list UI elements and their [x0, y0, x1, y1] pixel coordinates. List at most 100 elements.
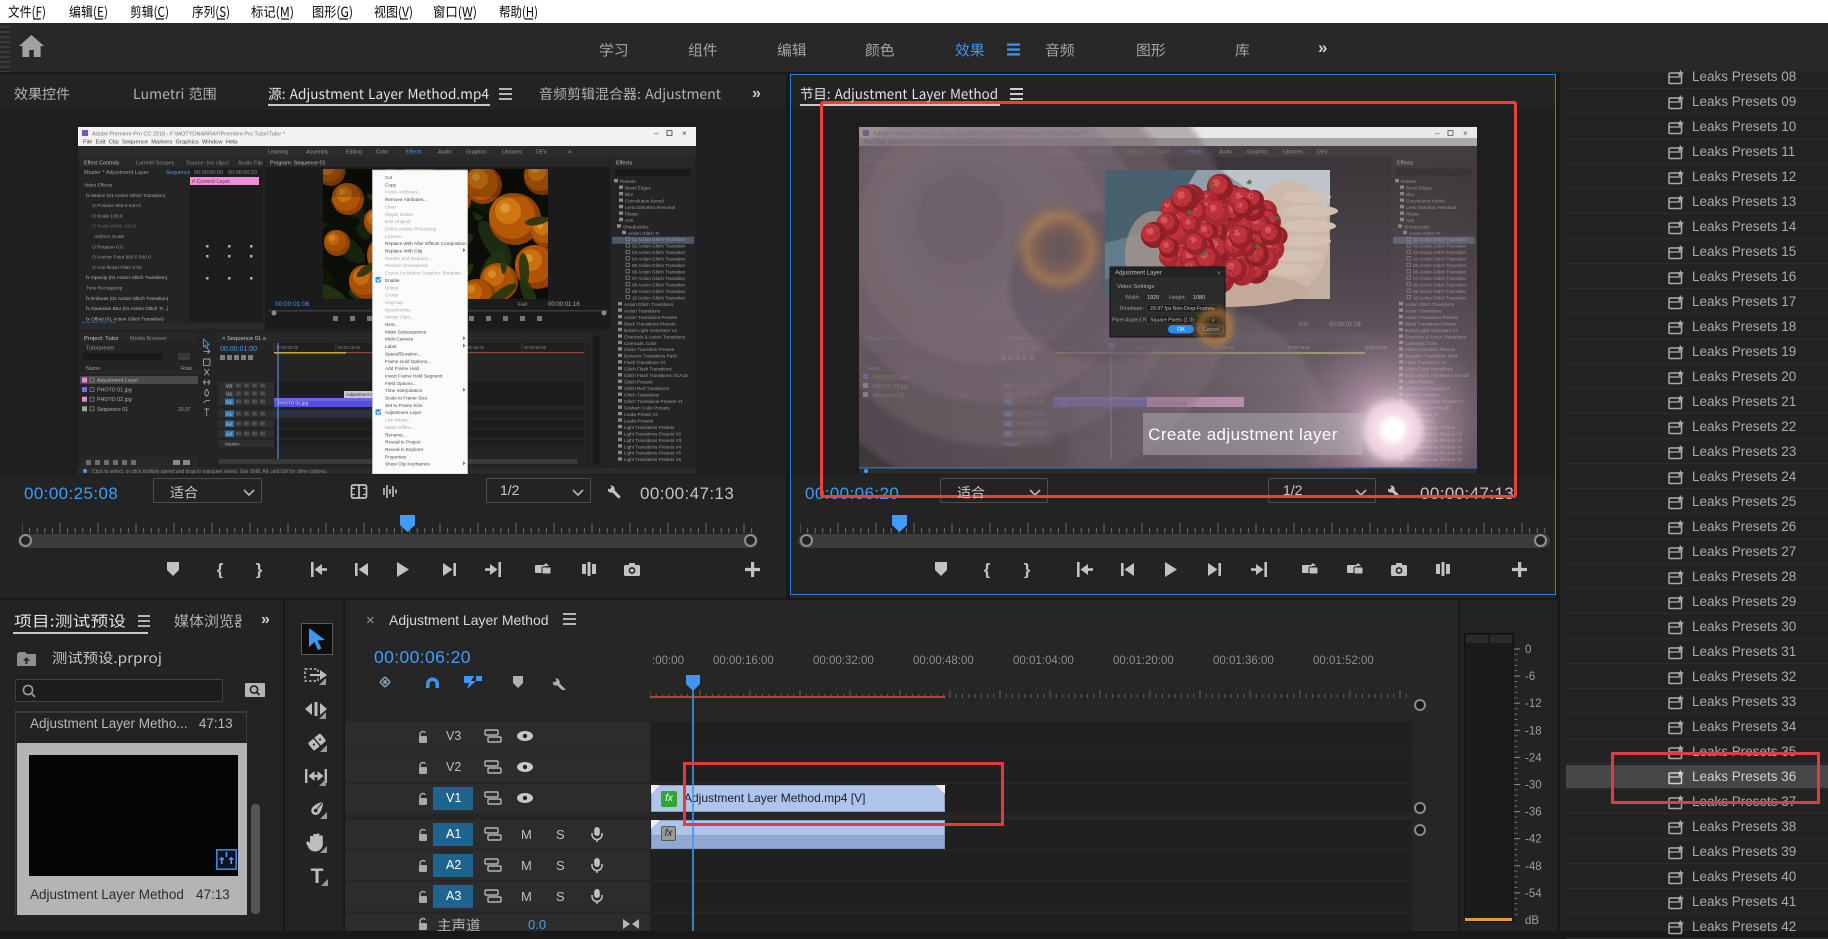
svg-text:-6: -6	[1525, 671, 1535, 683]
svg-text:Effect Controls: Effect Controls	[84, 161, 120, 167]
svg-text:Make Subsequence: Make Subsequence	[385, 329, 427, 334]
svg-text:Presets: Presets	[620, 179, 636, 184]
svg-text:Sequence 01: Sequence 01	[97, 407, 128, 413]
svg-text:Full: Full	[518, 302, 527, 308]
svg-text:Leaks Presets: Leaks Presets	[624, 418, 654, 423]
svg-text:× Sequence 01 ≡: × Sequence 01 ≡	[222, 336, 267, 342]
svg-text:O Anchor Point 960.0 540.0: O Anchor Point 960.0 540.0	[92, 255, 151, 261]
svg-text:Light Transitions Presets V3: Light Transitions Presets V3	[624, 438, 682, 443]
svg-text:Graphics: Graphics	[466, 150, 487, 156]
svg-text:Action Glitch Transitions: Action Glitch Transitions	[624, 302, 674, 307]
svg-text:Arts: Arts	[625, 218, 634, 223]
svg-text:Adjustment Layer: Adjustment Layer	[385, 410, 422, 415]
svg-text:00:00:01:00: 00:00:01:00	[220, 346, 257, 353]
svg-text:License...: License...	[385, 234, 405, 239]
svg-text:Rate: Rate	[181, 366, 192, 372]
svg-text:Audio: Audio	[438, 150, 451, 156]
svg-text:Glitch Flash Transitions: Glitch Flash Transitions	[624, 367, 672, 372]
svg-text:Effects: Effects	[406, 150, 422, 156]
svg-text:00:00:00:00: 00:00:00:00	[276, 345, 299, 350]
svg-text:A2: A2	[226, 422, 232, 428]
svg-text:00:00:60:00: 00:00:60:00	[524, 345, 547, 350]
svg-text:File Edit Clip Sequence Ma: File Edit Clip Sequence Markers Graphics…	[83, 140, 238, 146]
svg-text:-12: -12	[1525, 698, 1542, 710]
svg-text:fx Emboss (01 Action Glitch Tr: fx Emboss (01 Action Glitch Transition)	[86, 296, 169, 302]
svg-text:03 Action Glitch Transition: 03 Action Glitch Transition	[632, 250, 686, 255]
svg-text:Glitch Presets: Glitch Presets	[624, 380, 653, 385]
svg-text:dB: dB	[1525, 915, 1539, 927]
svg-text:Reveal in Project: Reveal in Project	[385, 440, 421, 445]
svg-text:Time Interpolation: Time Interpolation	[385, 388, 423, 393]
svg-text:Light Transitions Presets V6: Light Transitions Presets V6	[624, 457, 682, 462]
svg-text:Synchronize: Synchronize	[385, 307, 411, 312]
svg-text:Enable: Enable	[385, 278, 400, 283]
svg-text:-30: -30	[1525, 780, 1542, 792]
svg-text:Bokeh Light Generator V1: Bokeh Light Generator V1	[624, 328, 678, 333]
svg-text:Source: (no clips): Source: (no clips)	[186, 161, 229, 167]
svg-text:-36: -36	[1525, 807, 1542, 819]
svg-text:Dynamic Transitions Pack: Dynamic Transitions Pack	[624, 354, 678, 359]
svg-text:O Anti-flicker Filter 0.00: O Anti-flicker Filter 0.00	[92, 265, 142, 271]
svg-text:Add Frame Hold: Add Frame Hold	[385, 366, 420, 371]
svg-text:Graham Color Presets: Graham Color Presets	[624, 405, 670, 410]
svg-text:00:00:01:16: 00:00:01:16	[548, 302, 580, 308]
svg-text:Cinematic Color: Cinematic Color	[624, 341, 657, 346]
svg-text:Lens Distortion Removal: Lens Distortion Removal	[625, 205, 675, 210]
svg-text:Master: Master	[225, 442, 240, 448]
svg-text:A3: A3	[226, 432, 232, 438]
svg-text:Export As Motion Graphics Temp: Export As Motion Graphics Template...	[385, 271, 465, 276]
svg-text:Project: Tutor: Project: Tutor	[84, 336, 119, 342]
svg-text:O Position 960.0 54: O Position 960.0 540.0	[92, 203, 141, 209]
svg-text:PHOTO 02.jpg: PHOTO 02.jpg	[97, 397, 132, 403]
svg-text:00:00:00:23: 00:00:00:23	[228, 170, 257, 176]
svg-text:Video Effects: Video Effects	[84, 183, 113, 189]
svg-text:Learning: Learning	[268, 150, 288, 156]
svg-text:V3: V3	[226, 384, 232, 390]
svg-text:Group: Group	[385, 293, 398, 298]
svg-text:29.97: 29.97	[178, 407, 191, 413]
svg-text:Field Options...: Field Options...	[385, 381, 417, 386]
svg-text:00:00:00:00: 00:00:00:00	[194, 170, 223, 176]
svg-text:Glitch Transitions: Glitch Transitions	[624, 393, 660, 398]
svg-text:# Current Layer: # Current Layer	[192, 179, 230, 185]
svg-text:02 Action Glitch Transition: 02 Action Glitch Transition	[632, 244, 686, 249]
svg-text:Tutorpreset: Tutorpreset	[86, 346, 114, 352]
svg-text:Edit in Adobe Photoshop: Edit in Adobe Photoshop	[385, 226, 437, 231]
svg-text:Click to select, or click mult: Click to select, or click multiply speed…	[92, 469, 327, 474]
svg-text:fx Gaussian Blur (01 Action Gl: fx Gaussian Blur (01 Action Glitch Tr...…	[86, 306, 169, 312]
svg-text:×: ×	[682, 129, 687, 138]
svg-text:Show Clip Keyframes: Show Clip Keyframes	[385, 462, 430, 467]
svg-text:Glitch Red Transitions: Glitch Red Transitions	[624, 386, 670, 391]
svg-text:Blur: Blur	[625, 192, 634, 197]
svg-text:Shreducides: Shreducides	[623, 224, 649, 229]
svg-text:Light Transitions Presets V5: Light Transitions Presets V5	[624, 451, 682, 456]
svg-text:Reveal in Explorer: Reveal in Explorer	[385, 447, 424, 452]
svg-text:09 Action Glitch Transition: 09 Action Glitch Transition	[632, 289, 686, 294]
svg-text:Scale to Frame Size: Scale to Frame Size	[385, 396, 428, 401]
svg-text:00:00:01:06: 00:00:01:06	[275, 301, 310, 308]
svg-text:}: }	[256, 561, 263, 578]
svg-text:Glitch Transitions Presets V1: Glitch Transitions Presets V1	[624, 399, 683, 404]
svg-text:Adjustment Layer: Adjustment Layer	[97, 378, 138, 384]
svg-text:Copy: Copy	[385, 182, 397, 187]
svg-text:Light Transitions Presets: Light Transitions Presets	[624, 425, 675, 430]
svg-text:Color: Color	[376, 150, 389, 156]
svg-text:Multi-Camera: Multi-Camera	[385, 337, 414, 342]
svg-text:Plastic: Plastic	[625, 211, 639, 216]
svg-text:fx Motion (01 Action Glitch T: fx Motion (01 Action Glitch Transition)	[86, 193, 166, 199]
svg-text:Black Transitions Presets: Black Transitions Presets	[624, 321, 676, 326]
svg-text:Media Browser: Media Browser	[130, 336, 167, 342]
svg-text:Speed/Duration...: Speed/Duration...	[385, 351, 421, 356]
svg-text:Render and Replace...: Render and Replace...	[385, 256, 432, 261]
svg-text:Merge Clips...: Merge Clips...	[385, 315, 414, 320]
svg-text:Restore Unrendered: Restore Unrendered	[385, 263, 428, 268]
svg-text:-24: -24	[1525, 752, 1542, 764]
svg-text:Light Transitions Presets V2: Light Transitions Presets V2	[624, 431, 682, 436]
svg-text:Clean Transition Presets: Clean Transition Presets	[624, 347, 675, 352]
svg-text:-48: -48	[1525, 861, 1542, 873]
svg-text:Clear: Clear	[385, 204, 397, 209]
svg-text:10 Action Glitch Transition: 10 Action Glitch Transition	[632, 295, 686, 300]
svg-text:Action Transitions Presets: Action Transitions Presets	[624, 315, 678, 320]
svg-text:Light Transitions Presets V4: Light Transitions Presets V4	[624, 444, 682, 449]
svg-text:Time Remapping: Time Remapping	[86, 286, 123, 292]
